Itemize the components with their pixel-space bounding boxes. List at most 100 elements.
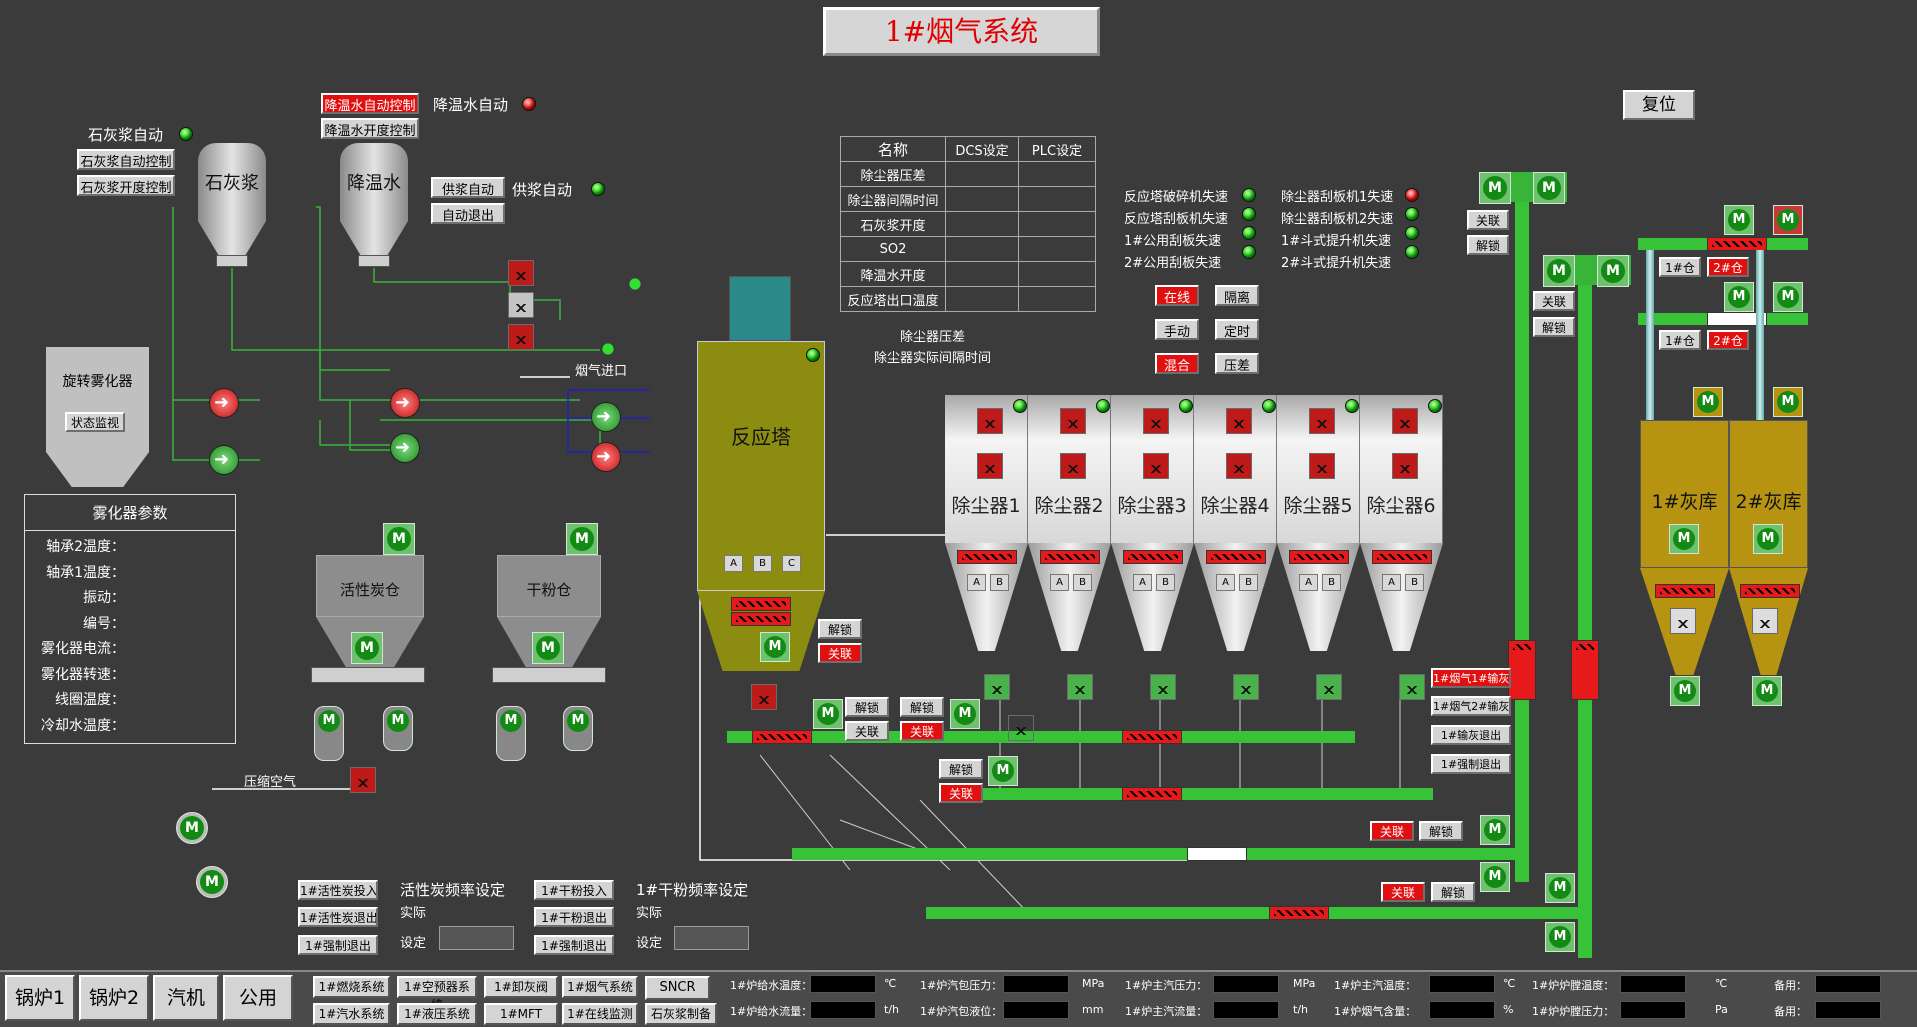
nav-preheater-tab[interactable]: 1#空预器系统 xyxy=(397,976,477,1012)
nav-mft-tab[interactable]: 1#MFT xyxy=(484,1003,558,1025)
conveyor-motor-icon[interactable] xyxy=(950,699,980,729)
tower-unlock-button[interactable]: 解锁 xyxy=(818,619,862,639)
dust-btn-a[interactable]: A xyxy=(1133,574,1152,591)
ash-silo-motor[interactable] xyxy=(1753,524,1783,554)
feeder-motor[interactable] xyxy=(314,706,344,761)
conveyor-motor-icon[interactable] xyxy=(988,756,1018,786)
dust-valve[interactable] xyxy=(1392,453,1418,479)
feeder-motor[interactable] xyxy=(496,706,526,761)
dust-valve[interactable] xyxy=(1143,453,1169,479)
discharge-valve[interactable] xyxy=(1316,674,1342,700)
ash-silo-motor[interactable] xyxy=(1669,524,1699,554)
valve-slurry[interactable] xyxy=(508,324,534,350)
ash-silo-top-motor[interactable] xyxy=(1693,387,1723,417)
carbon-set-input[interactable] xyxy=(439,926,514,950)
ash-cmd-3-button[interactable]: 1#输灰退出 xyxy=(1431,725,1511,745)
conveyor-motor-icon[interactable] xyxy=(813,699,843,729)
nav-lime-tab[interactable]: 石灰浆制备 xyxy=(645,1003,717,1025)
discharge-valve[interactable] xyxy=(984,674,1010,700)
dust-valve[interactable] xyxy=(1392,408,1418,434)
elevator-motor-icon[interactable] xyxy=(1533,172,1565,204)
dust-btn-b[interactable]: B xyxy=(1073,574,1092,591)
dust-btn-b[interactable]: B xyxy=(1156,574,1175,591)
ash-silo-top-motor[interactable] xyxy=(1773,387,1803,417)
dust-valve[interactable] xyxy=(977,408,1003,434)
nav-boiler2-tab[interactable]: 锅炉2 xyxy=(79,975,149,1021)
discharge-valve[interactable] xyxy=(1067,674,1093,700)
ash-motor-icon[interactable] xyxy=(1773,205,1803,235)
conv-link-button[interactable]: 关联 xyxy=(939,783,983,803)
ash-motor-icon[interactable] xyxy=(1724,205,1754,235)
dust-btn-b[interactable]: B xyxy=(1405,574,1424,591)
bin1-button[interactable]: 1#仓 xyxy=(1659,330,1701,350)
powder-top-motor[interactable] xyxy=(566,523,598,555)
elevator-motor-icon[interactable] xyxy=(1543,255,1575,287)
powder-set-input[interactable] xyxy=(674,926,749,950)
conv-unlock-button[interactable]: 解锁 xyxy=(1431,882,1475,902)
conv-unlock-button[interactable]: 解锁 xyxy=(1419,821,1463,841)
discharge-valve[interactable] xyxy=(1233,674,1259,700)
elev-link-button[interactable]: 关联 xyxy=(1467,210,1509,230)
conv-link-button[interactable]: 关联 xyxy=(1370,821,1414,841)
ash-silo-valve[interactable] xyxy=(1752,608,1778,634)
nav-monitor-tab[interactable]: 1#在线监测 xyxy=(562,1003,638,1025)
carbon-in-button[interactable]: 1#活性炭投入 xyxy=(298,880,378,900)
powder-motor[interactable] xyxy=(532,632,564,664)
tower-link-button[interactable]: 关联 xyxy=(818,643,862,663)
elev-unlock-button[interactable]: 解锁 xyxy=(1467,235,1509,255)
bin1-button[interactable]: 1#仓 xyxy=(1659,257,1701,277)
conv-link-button[interactable]: 关联 xyxy=(900,721,944,741)
ash-silo-bottom-motor[interactable] xyxy=(1752,676,1782,706)
conveyor-motor-icon[interactable] xyxy=(1480,815,1510,845)
dust-btn-a[interactable]: A xyxy=(1299,574,1318,591)
dust-valve[interactable] xyxy=(1309,408,1335,434)
valve-cool[interactable] xyxy=(508,292,534,318)
compressed-air-valve[interactable] xyxy=(350,767,376,793)
dust-valve[interactable] xyxy=(1309,453,1335,479)
bin2-button[interactable]: 2#仓 xyxy=(1707,330,1749,350)
elevator-motor-icon[interactable] xyxy=(1597,255,1629,287)
ash-silo-bottom-motor[interactable] xyxy=(1670,676,1700,706)
dust-valve[interactable] xyxy=(977,453,1003,479)
feeder-motor[interactable] xyxy=(383,706,413,751)
conveyor-motor-icon[interactable] xyxy=(1545,873,1575,903)
discharge-valve[interactable] xyxy=(1150,674,1176,700)
tower-motor-icon[interactable] xyxy=(760,632,790,662)
conveyor-motor-icon[interactable] xyxy=(1480,862,1510,892)
powder-force-button[interactable]: 1#强制退出 xyxy=(534,935,614,955)
carbon-out-button[interactable]: 1#活性炭退出 xyxy=(298,907,378,927)
feeder-motor[interactable] xyxy=(563,706,593,751)
nav-public-tab[interactable]: 公用 xyxy=(223,975,293,1021)
carbon-top-motor[interactable] xyxy=(383,523,415,555)
conv-unlock-button[interactable]: 解锁 xyxy=(900,697,944,717)
carbon-motor[interactable] xyxy=(351,632,383,664)
dust-btn-a[interactable]: A xyxy=(1216,574,1235,591)
nav-boiler1-tab[interactable]: 锅炉1 xyxy=(5,975,75,1021)
ash-cmd-1-button[interactable]: 1#烟气1#输灰 xyxy=(1431,668,1511,688)
ash-motor-icon[interactable] xyxy=(1773,282,1803,312)
discharge-valve[interactable] xyxy=(1399,674,1425,700)
dust-valve[interactable] xyxy=(1226,453,1252,479)
conv-unlock-button[interactable]: 解锁 xyxy=(939,759,983,779)
nav-fluegas-tab[interactable]: 1#烟气系统 xyxy=(562,976,638,998)
dust-btn-b[interactable]: B xyxy=(990,574,1009,591)
powder-out-button[interactable]: 1#干粉退出 xyxy=(534,907,614,927)
conv-unlock-button[interactable]: 解锁 xyxy=(845,697,889,717)
ash-motor-icon[interactable] xyxy=(1724,282,1754,312)
dust-valve[interactable] xyxy=(1060,408,1086,434)
conv-link-button[interactable]: 关联 xyxy=(1381,882,1425,902)
dust-btn-b[interactable]: B xyxy=(1239,574,1258,591)
nav-hydraulic-tab[interactable]: 1#液压系统 xyxy=(397,1003,477,1025)
carbon-force-button[interactable]: 1#强制退出 xyxy=(298,935,378,955)
atomizer-status-button[interactable]: 状态监视 xyxy=(65,412,125,432)
tower-btn-b[interactable]: B xyxy=(753,555,772,572)
nav-ashvalve-tab[interactable]: 1#卸灰阀 xyxy=(484,976,558,998)
conveyor-valve[interactable] xyxy=(751,684,777,710)
powder-in-button[interactable]: 1#干粉投入 xyxy=(534,880,614,900)
tower-btn-c[interactable]: C xyxy=(782,555,801,572)
elevator-motor-icon[interactable] xyxy=(1479,172,1511,204)
dust-btn-b[interactable]: B xyxy=(1322,574,1341,591)
dust-btn-a[interactable]: A xyxy=(967,574,986,591)
nav-combustion-tab[interactable]: 1#燃烧系统 xyxy=(313,976,390,998)
valve-lime[interactable] xyxy=(508,260,534,286)
